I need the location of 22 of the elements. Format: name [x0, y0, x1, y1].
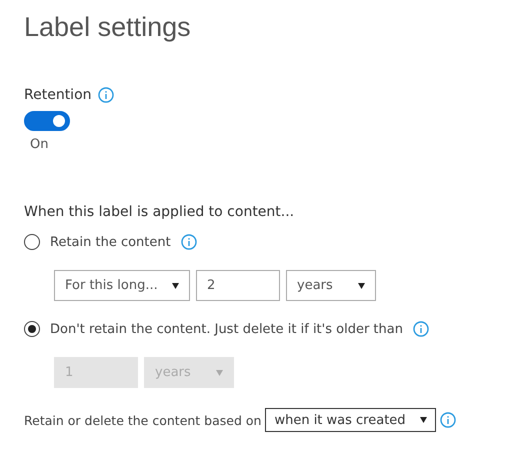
caret-icon — [358, 282, 365, 288]
info-icon[interactable] — [440, 412, 456, 428]
option-label: Don't retain the content. Just delete it if it's older than — [50, 322, 403, 336]
section-heading: When this label is applied to content... — [24, 204, 296, 220]
option-label: Retain the content — [50, 234, 171, 250]
dropdown[interactable]: For this long... — [54, 270, 190, 301]
info-icon[interactable] — [180, 234, 197, 250]
retention-toggle[interactable] — [24, 111, 70, 131]
toggle-state: On — [30, 137, 50, 152]
page-title: Label settings — [24, 12, 192, 43]
caret-icon — [420, 417, 427, 423]
retention-label: Retention — [24, 87, 92, 103]
based-on-label: Retain or delete the content based on — [24, 412, 262, 428]
caret-icon — [216, 370, 223, 376]
based-on-dropdown[interactable]: when it was created — [265, 408, 436, 432]
number-field[interactable]: 2 — [196, 270, 280, 301]
caret-icon — [172, 282, 179, 288]
dropdown[interactable]: years — [286, 270, 376, 301]
radio-button[interactable] — [24, 234, 40, 250]
radio-button[interactable] — [24, 321, 40, 337]
info-icon[interactable] — [412, 321, 429, 337]
info-icon[interactable] — [98, 87, 114, 103]
